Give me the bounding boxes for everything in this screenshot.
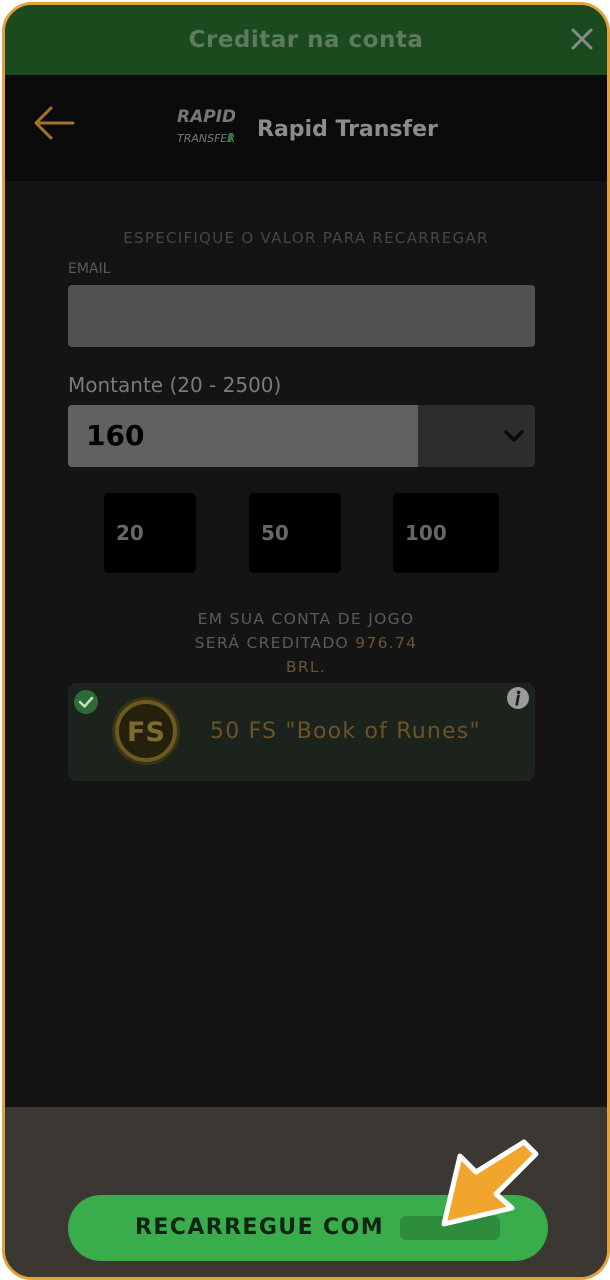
arrow-left-icon [34,106,75,140]
pointer-arrow-icon [441,1139,539,1227]
svg-text:TRANSFER: TRANSFER [177,132,235,145]
email-field[interactable] [68,285,535,347]
close-icon [571,28,593,50]
amount-label: Montante (20 - 2500) [68,373,282,397]
free-spins-badge-icon: FS [112,697,180,765]
payment-modal: Creditar na conta RAPID TRANSFER Rapid T… [2,2,610,1280]
check-icon [74,690,98,714]
amount-input[interactable]: 160 [68,405,418,467]
chevron-down-icon [504,430,524,442]
preset-amount-button[interactable]: 20 [104,493,196,573]
modal-title: Creditar na conta [188,27,424,53]
rapid-transfer-logo: RAPID TRANSFER [175,103,236,149]
modal-header: Creditar na conta [5,5,607,75]
credited-currency: BRL. [285,658,327,676]
credited-line-2: SERÁ CREDITADO 976.74 [194,634,418,652]
preset-amount-button[interactable]: 50 [249,493,341,573]
svg-text:FS: FS [127,717,165,748]
payment-method-name: Rapid Transfer [257,117,438,142]
recharge-button-label: RECARREGUE COM [135,1215,384,1240]
email-label: EMAIL [68,261,111,277]
close-button[interactable] [567,24,597,54]
credited-line-1: EM SUA CONTA DE JOGO [197,610,415,628]
currency-dropdown[interactable] [418,405,535,467]
svg-text:RAPID: RAPID [177,107,235,127]
credited-amount: 976.74 [355,634,418,652]
bonus-text: 50 FS "Book of Runes" [210,719,481,744]
back-button[interactable] [31,103,77,143]
bonus-card[interactable]: FS 50 FS "Book of Runes" [68,683,535,781]
preset-amount-button[interactable]: 100 [393,493,499,573]
payment-method-header: RAPID TRANSFER Rapid Transfer [5,75,607,181]
info-icon[interactable] [506,686,530,710]
credited-amount-info: EM SUA CONTA DE JOGO SERÁ CREDITADO 976.… [5,607,607,679]
amount-instruction: ESPECIFIQUE O VALOR PARA RECARREGAR [123,229,489,247]
